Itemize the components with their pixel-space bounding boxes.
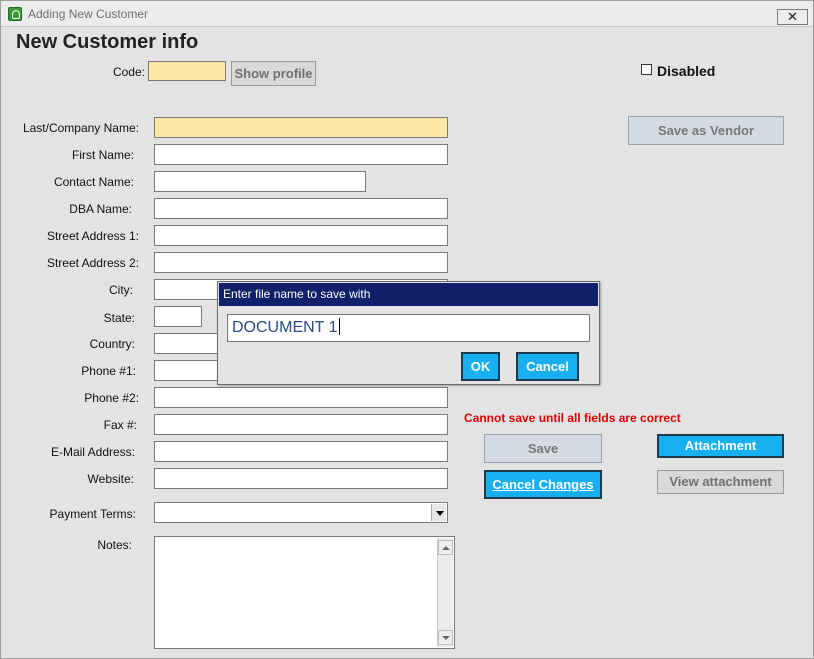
payment-terms-label: Payment Terms: <box>49 507 136 521</box>
street-address-1-input[interactable] <box>154 225 448 246</box>
street-address-2-input[interactable] <box>154 252 448 273</box>
title-bar: Adding New Customer ✕ <box>1 1 813 27</box>
code-input[interactable] <box>148 61 226 81</box>
scroll-up-arrow-icon[interactable] <box>438 540 453 555</box>
city-label: City: <box>109 283 133 297</box>
window-title: Adding New Customer <box>28 7 149 21</box>
first-name-input[interactable] <box>154 144 448 165</box>
ok-button[interactable]: OK <box>461 352 500 381</box>
email-input[interactable] <box>154 441 448 462</box>
code-label: Code: <box>112 65 145 79</box>
state-label: State: <box>103 311 135 325</box>
save-as-vendor-button[interactable]: Save as Vendor <box>628 116 784 145</box>
page-title: New Customer info <box>16 31 199 53</box>
first-name-label: First Name: <box>71 148 134 162</box>
street-address-1-label: Street Address 1: <box>46 229 139 243</box>
phone-2-input[interactable] <box>154 387 448 408</box>
street-address-2-label: Street Address 2: <box>46 256 139 270</box>
state-input[interactable] <box>154 306 202 327</box>
last-company-name-label: Last/Company Name: <box>22 121 139 135</box>
fax-label: Fax #: <box>103 418 137 432</box>
validation-error-message: Cannot save until all fields are correct <box>464 411 681 425</box>
customer-window: Adding New Customer ✕ New Customer info … <box>0 0 814 659</box>
close-button[interactable]: ✕ <box>777 9 808 25</box>
filename-input-value: DOCUMENT 1 <box>232 319 338 336</box>
last-company-name-input[interactable] <box>154 117 448 138</box>
country-label: Country: <box>89 337 135 351</box>
chevron-down-icon[interactable] <box>431 504 446 521</box>
dialog-title: Enter file name to save with <box>219 283 598 306</box>
email-label: E-Mail Address: <box>50 445 135 459</box>
save-button[interactable]: Save <box>484 434 602 463</box>
show-profile-button[interactable]: Show profile <box>231 61 316 86</box>
app-logo-icon <box>8 7 22 21</box>
website-label: Website: <box>87 472 134 486</box>
disabled-label: Disabled <box>657 63 716 79</box>
attachment-button[interactable]: Attachment <box>657 434 784 458</box>
cancel-changes-button[interactable]: Cancel Changes <box>484 470 602 499</box>
disabled-checkbox[interactable] <box>641 64 652 75</box>
phone-2-label: Phone #2: <box>84 391 139 405</box>
payment-terms-select[interactable] <box>154 502 448 523</box>
filename-input[interactable]: DOCUMENT 1 <box>227 314 590 342</box>
contact-name-label: Contact Name: <box>53 175 134 189</box>
contact-name-input[interactable] <box>154 171 366 192</box>
dba-name-label: DBA Name: <box>69 202 132 216</box>
phone-1-label: Phone #1: <box>81 364 136 378</box>
notes-textarea[interactable] <box>154 536 455 649</box>
notes-scrollbar[interactable] <box>437 538 453 647</box>
dialog-cancel-button[interactable]: Cancel <box>516 352 579 381</box>
website-input[interactable] <box>154 468 448 489</box>
dba-name-input[interactable] <box>154 198 448 219</box>
view-attachment-button[interactable]: View attachment <box>657 470 784 494</box>
scroll-down-arrow-icon[interactable] <box>438 630 453 645</box>
save-filename-dialog: Enter file name to save with DOCUMENT 1 … <box>217 281 600 385</box>
notes-label: Notes: <box>97 538 132 552</box>
text-cursor <box>338 318 340 335</box>
fax-input[interactable] <box>154 414 448 435</box>
